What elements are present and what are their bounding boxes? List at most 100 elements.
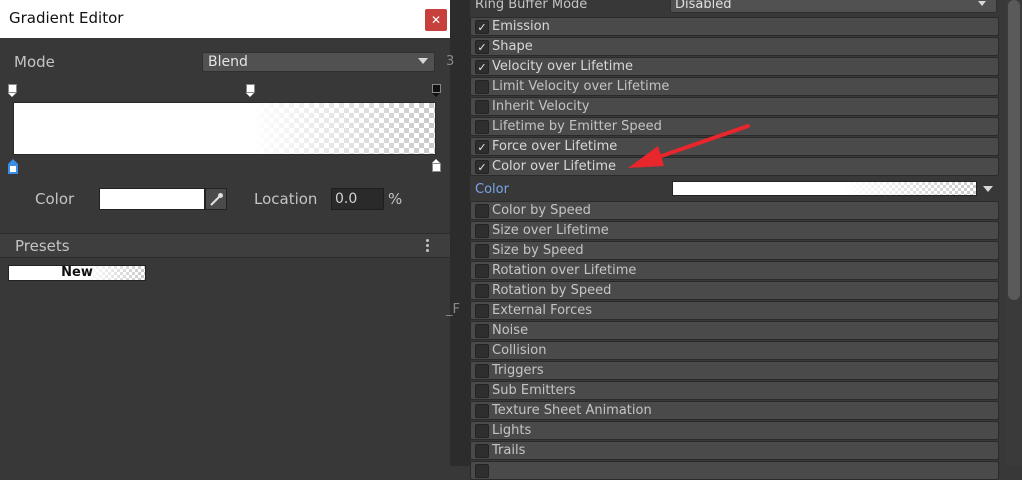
- color-gradient-field[interactable]: [672, 181, 977, 196]
- module-row[interactable]: External Forces: [470, 301, 999, 320]
- title-bar[interactable]: Gradient Editor ✕: [0, 0, 450, 38]
- module-label: Size over Lifetime: [492, 223, 609, 238]
- particle-system-inspector: Ring Buffer Mode Disabled ✓ Emission ✓ Shap…: [470, 0, 1005, 480]
- chevron-down-icon: [418, 58, 428, 64]
- module-row[interactable]: Lifetime by Emitter Speed: [470, 117, 999, 136]
- module-row[interactable]: Triggers: [470, 361, 999, 380]
- module-row[interactable]: Sub Emitters: [470, 381, 999, 400]
- module-label: Color over Lifetime: [492, 159, 616, 174]
- chevron-down-icon: [978, 1, 986, 6]
- checkbox-checked[interactable]: ✓: [475, 140, 489, 154]
- module-row[interactable]: Limit Velocity over Lifetime: [470, 77, 999, 96]
- module-row[interactable]: ✓ Shape: [470, 37, 999, 56]
- checkbox[interactable]: [475, 404, 489, 418]
- module-row[interactable]: ✓ Color over Lifetime: [470, 157, 999, 176]
- module-row[interactable]: Size by Speed: [470, 241, 999, 260]
- module-row[interactable]: Inherit Velocity: [470, 97, 999, 116]
- eyedropper-button[interactable]: [205, 188, 227, 210]
- checkbox[interactable]: [475, 364, 489, 378]
- module-label: Rotation by Speed: [492, 283, 612, 298]
- module-label: Noise: [492, 323, 529, 338]
- module-label: Triggers: [492, 363, 544, 378]
- mode-value: Blend: [208, 54, 248, 70]
- module-row[interactable]: Rotation by Speed: [470, 281, 999, 300]
- checkbox[interactable]: [475, 224, 489, 238]
- preset-swatch-new[interactable]: New: [8, 265, 146, 281]
- close-icon: ✕: [430, 13, 442, 27]
- checkbox-checked[interactable]: ✓: [475, 20, 489, 34]
- module-row[interactable]: Lights: [470, 421, 999, 440]
- side-mark-middle: _F: [446, 302, 460, 317]
- side-mark-top: 3: [446, 54, 455, 69]
- module-row[interactable]: ✓ Emission: [470, 17, 999, 36]
- kebab-menu-icon[interactable]: [424, 238, 430, 254]
- location-label: Location: [254, 190, 318, 208]
- module-row[interactable]: Color by Speed: [470, 201, 999, 220]
- checkbox-checked[interactable]: ✓: [475, 60, 489, 74]
- module-row[interactable]: Trails: [470, 441, 999, 460]
- checkbox[interactable]: [475, 464, 489, 478]
- module-label: Collision: [492, 343, 547, 358]
- color-swatch[interactable]: [99, 188, 205, 210]
- checkbox[interactable]: [475, 264, 489, 278]
- checkbox[interactable]: [475, 100, 489, 114]
- module-label: Sub Emitters: [492, 383, 576, 398]
- presets-header: Presets: [0, 233, 450, 258]
- checkbox[interactable]: [475, 80, 489, 94]
- check-icon: ✓: [477, 61, 487, 74]
- checkbox[interactable]: [475, 424, 489, 438]
- checkbox[interactable]: [475, 120, 489, 134]
- ring-buffer-dropdown[interactable]: Disabled: [670, 0, 997, 13]
- module-label: Rotation over Lifetime: [492, 263, 637, 278]
- module-row[interactable]: Noise: [470, 321, 999, 340]
- color-label: Color: [35, 190, 75, 208]
- checkbox[interactable]: [475, 444, 489, 458]
- module-row[interactable]: [470, 461, 999, 480]
- close-button[interactable]: ✕: [425, 9, 447, 31]
- module-row[interactable]: ✓ Velocity over Lifetime: [470, 57, 999, 76]
- checkbox[interactable]: [475, 384, 489, 398]
- module-label: Limit Velocity over Lifetime: [492, 79, 670, 94]
- color-key-end[interactable]: [432, 159, 441, 172]
- module-row[interactable]: ✓ Force over Lifetime: [470, 137, 999, 156]
- checkbox[interactable]: [475, 324, 489, 338]
- module-label: Size by Speed: [492, 243, 584, 258]
- alpha-key-end[interactable]: [432, 84, 441, 97]
- module-label: Lights: [492, 423, 532, 438]
- checkbox[interactable]: [475, 344, 489, 358]
- module-label: Inherit Velocity: [492, 99, 590, 114]
- scene-view-strip: 3 _F: [446, 0, 470, 466]
- checkbox[interactable]: [475, 304, 489, 318]
- checkbox[interactable]: [475, 204, 489, 218]
- mode-label: Mode: [14, 53, 55, 71]
- chevron-down-icon[interactable]: [983, 186, 993, 192]
- presets-label: Presets: [15, 237, 70, 255]
- gradient-editor-window: Gradient Editor ✕ Mode Blend Color Locat…: [0, 0, 450, 466]
- checkbox-checked[interactable]: ✓: [475, 160, 489, 174]
- module-label: Force over Lifetime: [492, 139, 618, 154]
- scrollbar-thumb[interactable]: [1008, 0, 1020, 300]
- eyedropper-icon: [210, 193, 223, 206]
- module-label: Shape: [492, 39, 533, 54]
- checkbox[interactable]: [475, 284, 489, 298]
- alpha-key-start[interactable]: [8, 84, 17, 97]
- module-label: Lifetime by Emitter Speed: [492, 119, 662, 134]
- color-key-start-selected[interactable]: [8, 159, 18, 174]
- mode-dropdown[interactable]: Blend: [202, 52, 435, 72]
- module-label: Velocity over Lifetime: [492, 59, 634, 74]
- checkbox-checked[interactable]: ✓: [475, 40, 489, 54]
- color-field-label: Color: [475, 182, 509, 197]
- check-icon: ✓: [477, 41, 487, 54]
- location-input[interactable]: 0.0: [331, 188, 384, 210]
- module-row[interactable]: Collision: [470, 341, 999, 360]
- location-value: 0.0: [335, 191, 358, 207]
- module-row[interactable]: Size over Lifetime: [470, 221, 999, 240]
- gradient-preview-bar[interactable]: [13, 102, 436, 155]
- alpha-key-middle[interactable]: [246, 84, 255, 97]
- checkbox[interactable]: [475, 244, 489, 258]
- module-label: External Forces: [492, 303, 593, 318]
- module-label: Texture Sheet Animation: [492, 403, 652, 418]
- module-row[interactable]: Texture Sheet Animation: [470, 401, 999, 420]
- ring-buffer-value: Disabled: [675, 0, 732, 12]
- module-row[interactable]: Rotation over Lifetime: [470, 261, 999, 280]
